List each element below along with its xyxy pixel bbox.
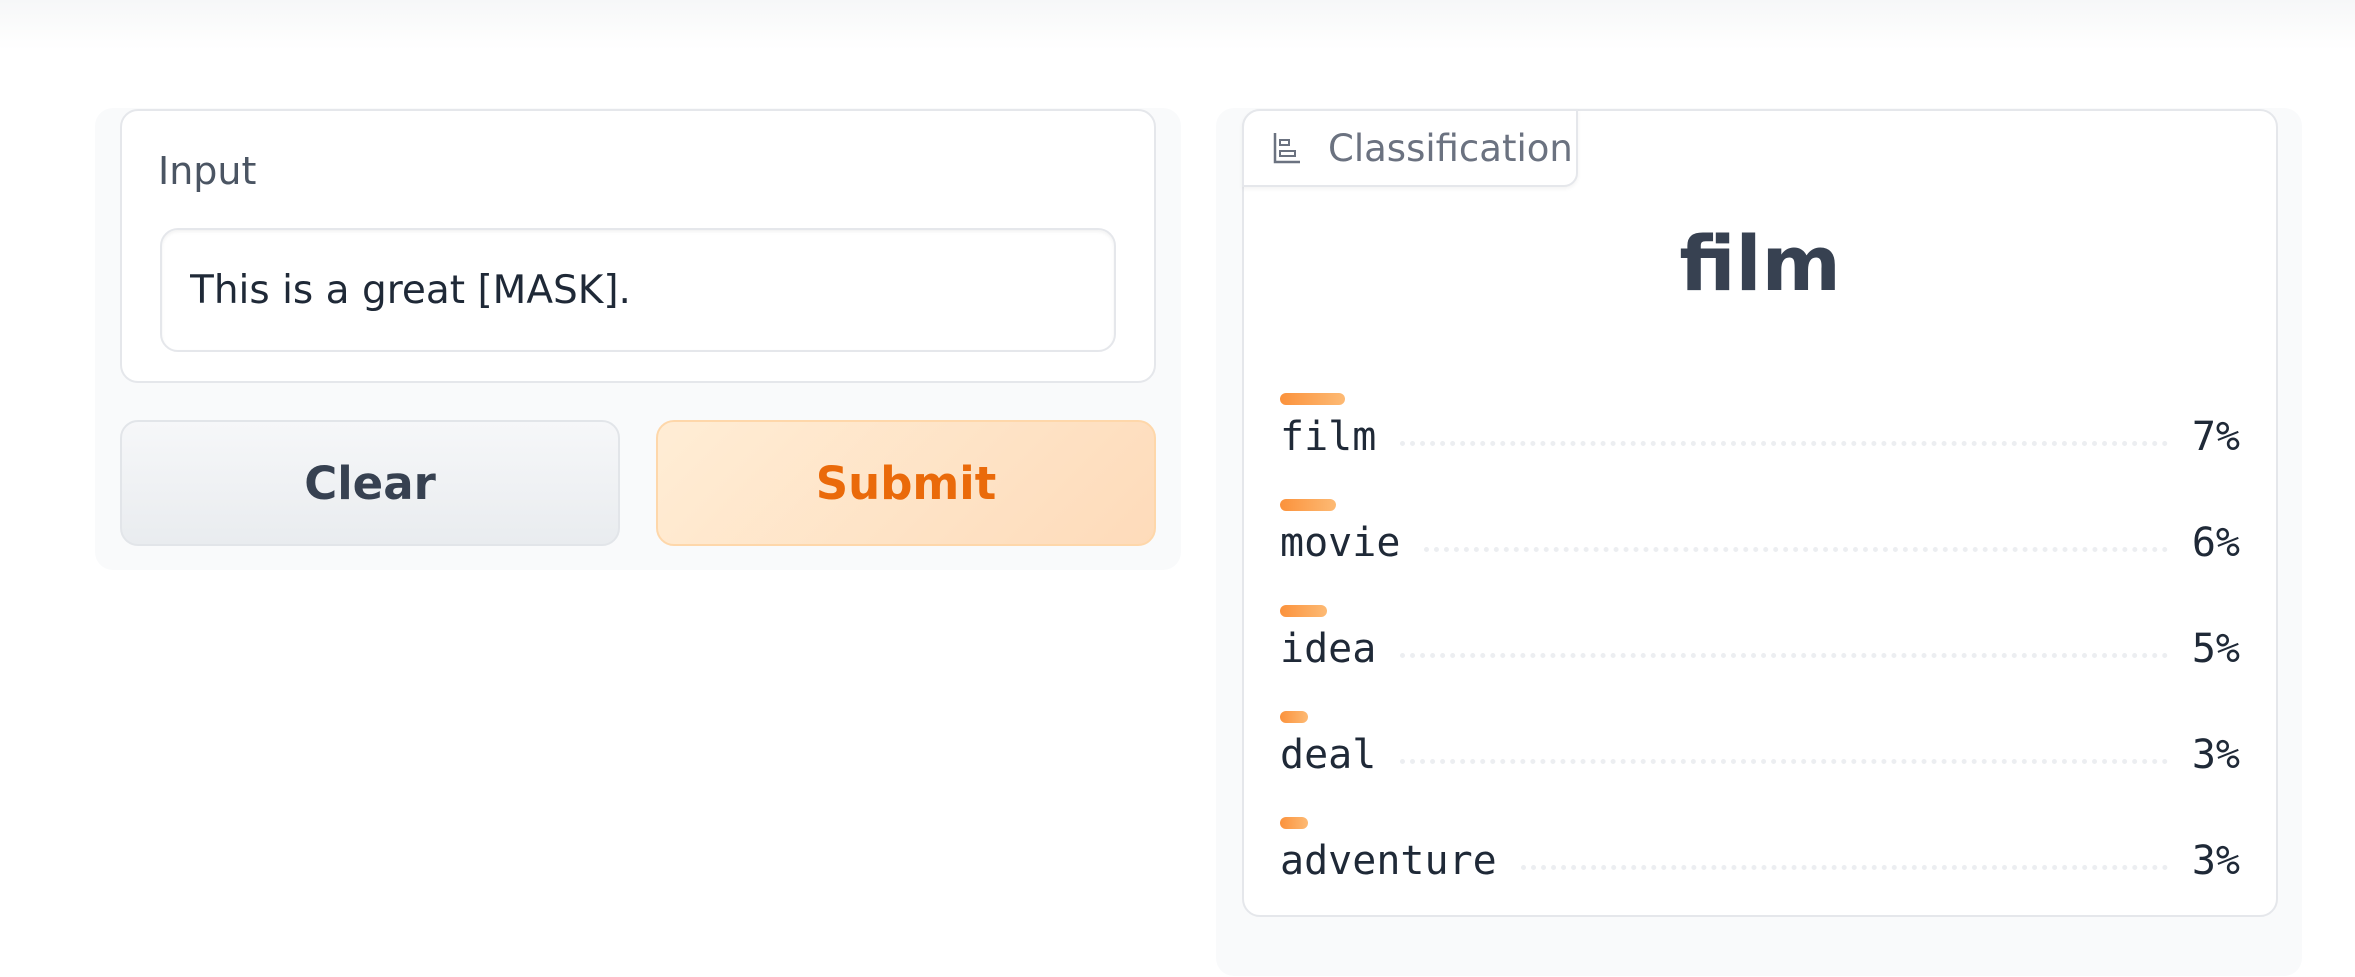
confidence-bar — [1280, 711, 1308, 723]
confidence-percent: 7% — [2191, 414, 2240, 460]
clear-button[interactable]: Clear — [120, 420, 620, 546]
dotted-leader — [1400, 440, 2168, 446]
confidence-item[interactable]: film 7% — [1280, 381, 2240, 487]
confidence-label: deal — [1280, 732, 1377, 778]
confidence-percent: 3% — [2191, 838, 2240, 884]
confidence-bar — [1280, 499, 1336, 511]
output-block: Classification film film 7% movie 6% ide… — [1242, 109, 2278, 917]
confidence-bar — [1280, 605, 1327, 617]
confidence-label: adventure — [1280, 838, 1497, 884]
confidence-item[interactable]: idea 5% — [1280, 593, 2240, 699]
classification-label: Classification — [1328, 126, 1573, 170]
confidence-bar — [1280, 393, 1345, 405]
confidence-label: movie — [1280, 520, 1401, 566]
confidence-item[interactable]: adventure 3% — [1280, 805, 2240, 911]
confidence-percent: 3% — [2191, 732, 2240, 778]
confidence-percent: 5% — [2191, 626, 2240, 672]
dotted-leader — [1424, 546, 2168, 552]
confidence-list: film 7% movie 6% idea 5% deal 3% adventu… — [1280, 381, 2240, 911]
dotted-leader — [1400, 652, 2168, 658]
confidence-label: film — [1280, 414, 1377, 460]
submit-button[interactable]: Submit — [656, 420, 1156, 546]
bar-chart-icon — [1273, 133, 1300, 164]
confidence-bar — [1280, 817, 1308, 829]
dotted-leader — [1400, 758, 2168, 764]
input-block: Input — [120, 109, 1156, 383]
input-textbox[interactable] — [160, 228, 1116, 352]
confidence-percent: 6% — [2191, 520, 2240, 566]
top-bar — [0, 0, 2355, 50]
predicted-label: film — [1679, 219, 1841, 308]
input-label: Input — [158, 149, 257, 193]
classification-tab: Classification — [1242, 109, 1578, 187]
confidence-label: idea — [1280, 626, 1377, 672]
confidence-item[interactable]: movie 6% — [1280, 487, 2240, 593]
confidence-item[interactable]: deal 3% — [1280, 699, 2240, 805]
dotted-leader — [1520, 864, 2168, 870]
